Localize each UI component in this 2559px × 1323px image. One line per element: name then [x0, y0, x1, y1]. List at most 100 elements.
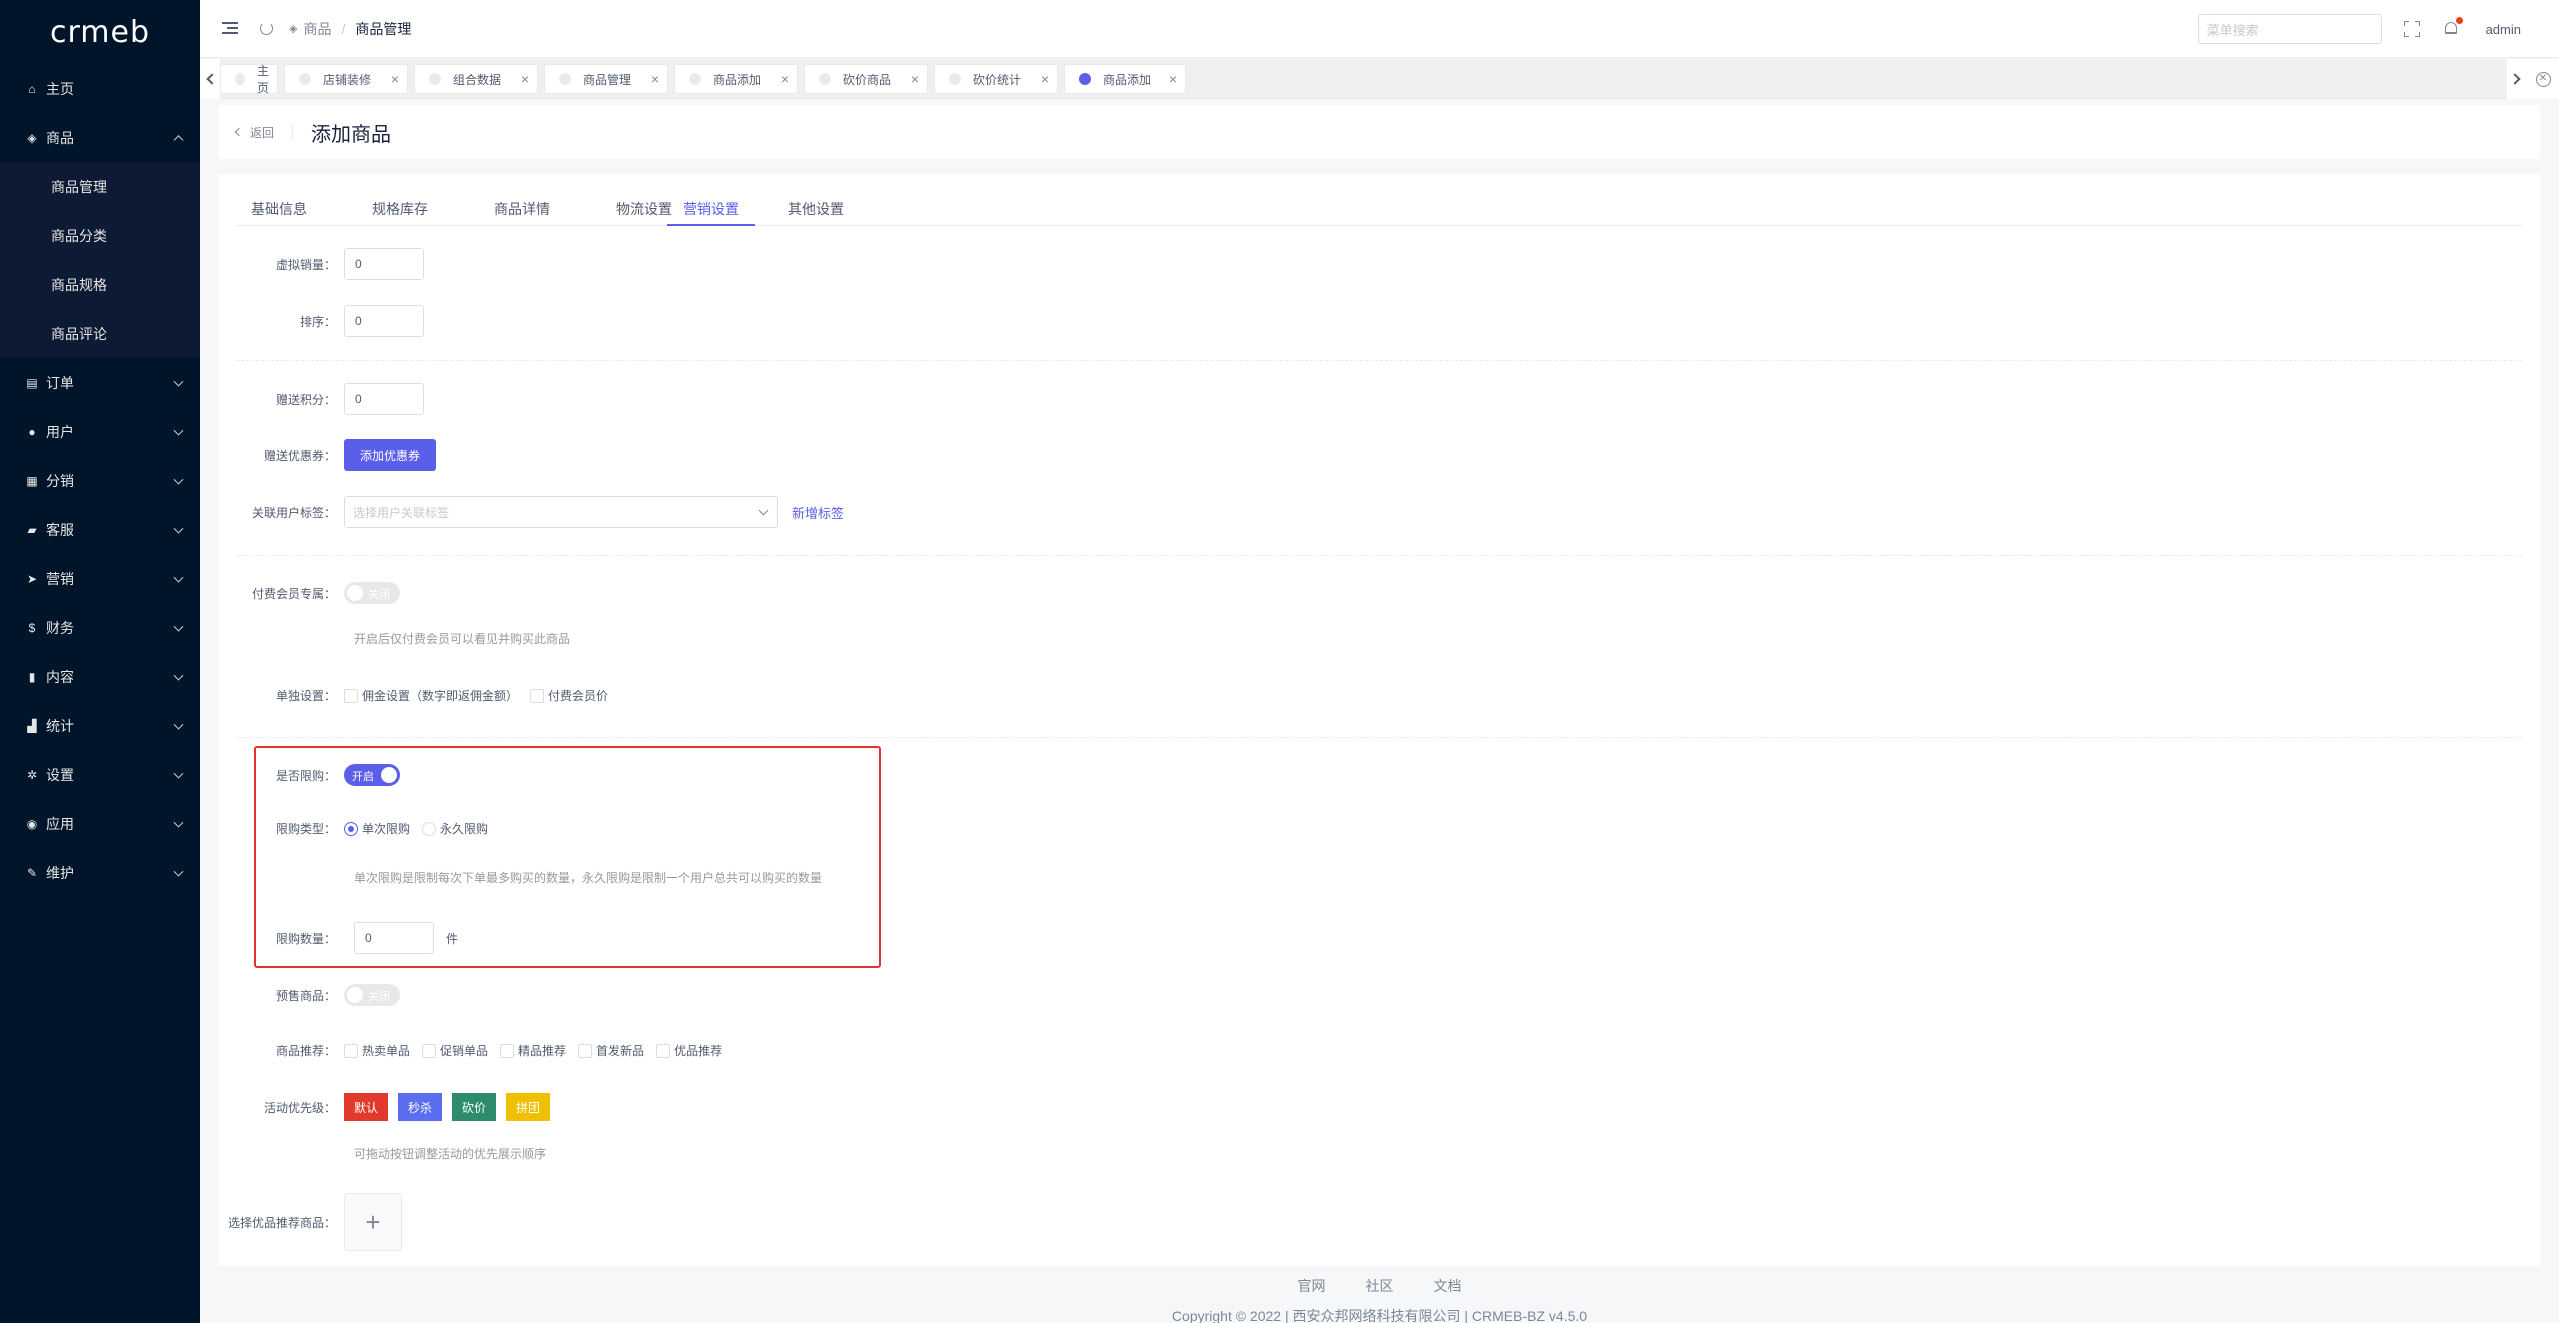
settings-icon: ✲: [26, 767, 38, 782]
recommend-label: 商品推荐: [218, 1042, 336, 1059]
vip-only-switch[interactable]: 关闭: [344, 582, 400, 604]
tab-close-icon[interactable]: ×: [1041, 72, 1049, 86]
single-limit-radio[interactable]: 单次限购: [344, 820, 410, 837]
recommend-promo-checkbox[interactable]: 促销单品: [422, 1042, 488, 1059]
maintain-icon: ✎: [26, 865, 38, 880]
sidebar-item-7[interactable]: $ 财务: [0, 603, 200, 652]
sidebar-item-1[interactable]: ◈ 商品: [0, 113, 200, 162]
sidebar-item-4[interactable]: ▦ 分销: [0, 456, 200, 505]
commission-checkbox[interactable]: 佣金设置（数字即返佣金额）: [344, 687, 518, 704]
tab-4[interactable]: 商品添加 ×: [674, 64, 798, 94]
priority-tag-1[interactable]: 秒杀: [398, 1093, 443, 1121]
breadcrumb-separator: /: [341, 20, 346, 37]
tab-close-icon[interactable]: ×: [521, 72, 529, 86]
sidebar-subitem[interactable]: 商品分类: [0, 211, 200, 260]
tab-close-icon[interactable]: ×: [781, 72, 789, 86]
close-all-tabs-icon[interactable]: ✕: [2527, 59, 2559, 99]
page-title: 添加商品: [311, 123, 392, 146]
presale-switch[interactable]: 关闭: [344, 984, 400, 1006]
user-name[interactable]: admin: [2486, 22, 2521, 37]
tab-close-icon[interactable]: ×: [1169, 72, 1177, 86]
tab-product-detail[interactable]: 商品详情: [494, 190, 550, 226]
priority-tag-3[interactable]: 拼团: [506, 1093, 551, 1121]
recommend-best-checkbox[interactable]: 精品推荐: [500, 1042, 566, 1059]
sidebar-item-2[interactable]: ▤ 订单: [0, 358, 200, 407]
footer-link-community[interactable]: 社区: [1366, 1276, 1394, 1296]
tab-marketing[interactable]: 营销设置: [667, 190, 755, 226]
chevron-down-icon: [173, 719, 184, 730]
recommend-hot-checkbox[interactable]: 热卖单品: [344, 1042, 410, 1059]
sidebar-item-8[interactable]: ▮ 内容: [0, 652, 200, 701]
sidebar-subitem[interactable]: 商品管理: [0, 162, 200, 211]
tab-7[interactable]: 商品添加 ×: [1064, 64, 1186, 94]
tab-close-icon[interactable]: ×: [391, 72, 399, 86]
add-recommend-goods-button[interactable]: +: [344, 1193, 402, 1251]
sort-input[interactable]: 0: [344, 305, 424, 337]
sidebar-item-label: 订单: [46, 374, 74, 391]
tab-spec-stock[interactable]: 规格库存: [372, 190, 428, 226]
priority-tag-2[interactable]: 砍价: [452, 1093, 497, 1121]
give-points-input[interactable]: 0: [344, 383, 424, 415]
tabs-scroll-left-icon[interactable]: [200, 59, 220, 99]
tab-2[interactable]: 组合数据 ×: [414, 64, 538, 94]
menu-search-input[interactable]: 菜单搜索: [2197, 14, 2382, 44]
sidebar-subitem[interactable]: 商品规格: [0, 260, 200, 309]
recommend-new-checkbox[interactable]: 首发新品: [578, 1042, 644, 1059]
tab-close-icon[interactable]: ×: [911, 72, 919, 86]
priority-tag-0[interactable]: 默认: [344, 1093, 389, 1121]
notification-bell-icon[interactable]: [2442, 17, 2463, 38]
sidebar-item-label: 用户: [46, 423, 74, 440]
tab-logistics[interactable]: 物流设置: [616, 190, 672, 226]
footer: 官网 社区 文档 Copyright © 2022 | 西安众邦网络科技有限公司…: [200, 1268, 2559, 1323]
tab-1[interactable]: 店铺装修 ×: [284, 64, 408, 94]
menu-toggle-icon[interactable]: [222, 22, 238, 35]
tab-basic-info[interactable]: 基础信息: [251, 190, 307, 226]
breadcrumb-item[interactable]: 商品: [303, 19, 331, 39]
fullscreen-icon[interactable]: [2403, 21, 2420, 37]
virtual-sales-input[interactable]: 0: [344, 248, 424, 280]
sidebar-item-5[interactable]: ▰ 客服: [0, 505, 200, 554]
sidebar-item-10[interactable]: ✲ 设置: [0, 750, 200, 799]
sidebar-item-11[interactable]: ◉ 应用: [0, 799, 200, 848]
chevron-down-icon: [173, 474, 184, 485]
back-button[interactable]: 返回: [234, 124, 274, 141]
sidebar-item-3[interactable]: ● 用户: [0, 407, 200, 456]
tab-status-dot: [559, 73, 571, 85]
vip-only-hint: 开启后仅付费会员可以看见并购买此商品: [354, 632, 571, 646]
footer-link-official[interactable]: 官网: [1298, 1276, 1326, 1296]
limit-buy-label: 是否限购: [218, 767, 336, 784]
sidebar-item-9[interactable]: ▟ 统计: [0, 701, 200, 750]
tab-other[interactable]: 其他设置: [788, 190, 844, 226]
tab-status-dot: [1079, 73, 1091, 85]
tabs-scroll-right-icon[interactable]: [2507, 59, 2527, 99]
sidebar-item-label: 维护: [46, 864, 74, 881]
marketing-icon: ➤: [26, 571, 38, 586]
sidebar-item-6[interactable]: ➤ 营销: [0, 554, 200, 603]
add-tag-link[interactable]: 新增标签: [792, 503, 844, 522]
recommend-quality-checkbox[interactable]: 优品推荐: [656, 1042, 722, 1059]
sidebar-item-0[interactable]: ⌂ 主页: [0, 64, 200, 113]
back-arrow-icon: [234, 127, 244, 137]
tab-label: 砍价商品: [843, 72, 892, 87]
user-tags-select[interactable]: 选择用户关联标签: [344, 496, 778, 528]
limit-count-input[interactable]: 0: [354, 922, 434, 954]
footer-link-docs[interactable]: 文档: [1434, 1276, 1462, 1296]
copyright: Copyright © 2022 | 西安众邦网络科技有限公司 | CRMEB-…: [1171, 1308, 1588, 1323]
tab-close-icon[interactable]: ×: [651, 72, 659, 86]
give-points-label: 赠送积分: [218, 391, 336, 408]
refresh-icon[interactable]: [260, 22, 273, 35]
tab-3[interactable]: 商品管理 ×: [544, 64, 668, 94]
add-coupon-button[interactable]: 添加优惠券: [344, 439, 437, 471]
tab-6[interactable]: 砍价统计 ×: [934, 64, 1058, 94]
sidebar-subitem[interactable]: 商品评论: [0, 309, 200, 358]
sidebar-item-12[interactable]: ✎ 维护: [0, 848, 200, 897]
permanent-limit-radio[interactable]: 永久限购: [422, 820, 488, 837]
stats-icon: ▟: [27, 718, 37, 733]
vip-price-checkbox[interactable]: 付费会员价: [530, 687, 608, 704]
tab-5[interactable]: 砍价商品 ×: [804, 64, 928, 94]
section-divider: [236, 360, 2522, 361]
content-icon: ▮: [28, 669, 36, 684]
limit-buy-switch[interactable]: 开启: [344, 764, 400, 786]
logo[interactable]: crmeb: [0, 0, 200, 64]
tab-0[interactable]: 主页: [220, 64, 278, 95]
